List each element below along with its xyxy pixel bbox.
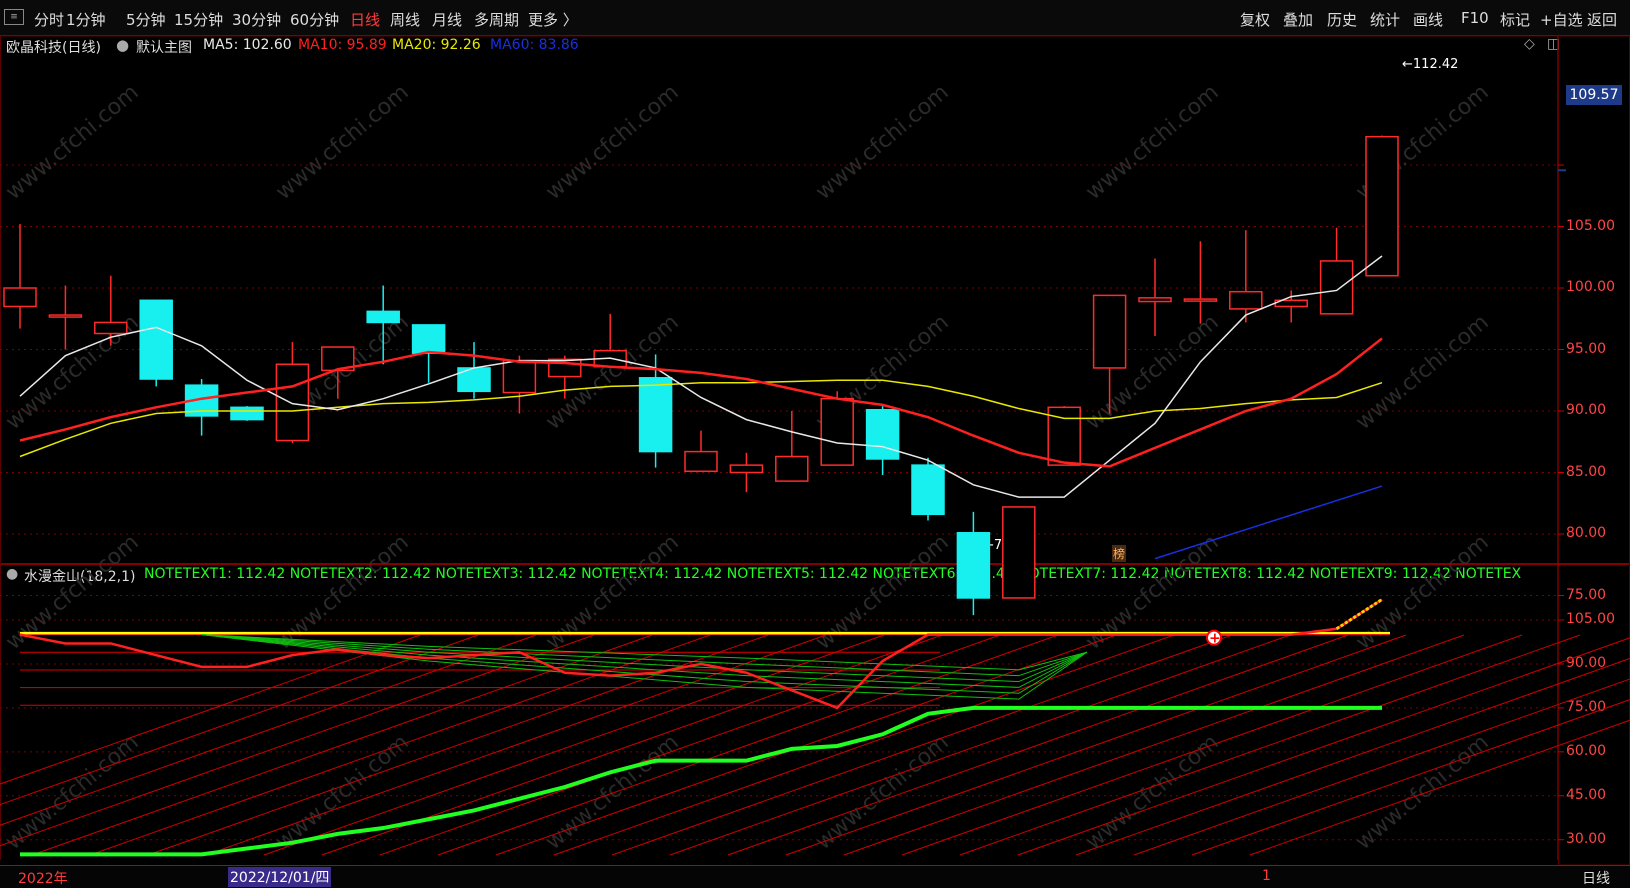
hatch-line <box>901 634 1523 856</box>
hatch-line <box>263 634 885 856</box>
candle-body <box>366 310 400 324</box>
hatch-line <box>1191 699 1630 856</box>
candle-body <box>638 377 673 453</box>
candle-body <box>1365 135 1399 277</box>
hatch-line <box>959 634 1581 856</box>
hatch-line <box>495 634 1117 856</box>
candle-body <box>775 455 809 482</box>
hatch-line <box>843 634 1465 856</box>
hatch-line <box>1249 719 1630 856</box>
candle-body <box>729 464 764 474</box>
ma60-line <box>1154 485 1383 560</box>
candle-body <box>502 359 537 394</box>
candle-body <box>1092 294 1127 369</box>
candle-body <box>230 406 264 421</box>
hatch-line <box>1075 657 1630 856</box>
candle-body <box>1138 297 1172 303</box>
candle-body <box>94 321 128 335</box>
candle-body <box>1229 290 1263 310</box>
candle-body <box>684 450 718 473</box>
hatch-line <box>727 634 1349 856</box>
candle-body <box>1002 506 1036 599</box>
hatch-line <box>1017 637 1630 856</box>
plus-sign: + <box>1209 631 1221 647</box>
candle-body <box>956 532 991 599</box>
candle-body <box>3 287 37 308</box>
hatch-line <box>1133 678 1630 856</box>
candle-body <box>865 409 900 460</box>
year-label: 2022年 <box>18 871 68 887</box>
hatch-line <box>0 634 595 847</box>
period-indicator[interactable]: 日线 <box>1582 868 1610 888</box>
month-tick: 1 <box>1262 868 1271 884</box>
kline-chart[interactable]: + <box>0 0 1630 888</box>
indicator-red-line <box>19 598 1383 710</box>
hatch-line <box>379 634 1001 856</box>
candle-body <box>275 363 310 442</box>
green-fan-line <box>201 634 1088 688</box>
indicator-green-line <box>20 705 1382 857</box>
candle-body <box>1319 260 1354 315</box>
hatch-line <box>89 634 711 856</box>
candle-body <box>820 397 854 466</box>
candle-body <box>1183 298 1218 302</box>
candle-body <box>48 314 83 318</box>
cursor-date: 2022/12/01/四 <box>228 867 332 887</box>
hatch-line <box>0 634 537 826</box>
hatch-line <box>437 634 1059 856</box>
candle-body <box>139 299 173 380</box>
candle-body <box>911 464 945 516</box>
candle-body <box>411 324 446 354</box>
hatch-line <box>553 634 1175 856</box>
hatch-line <box>785 634 1407 856</box>
